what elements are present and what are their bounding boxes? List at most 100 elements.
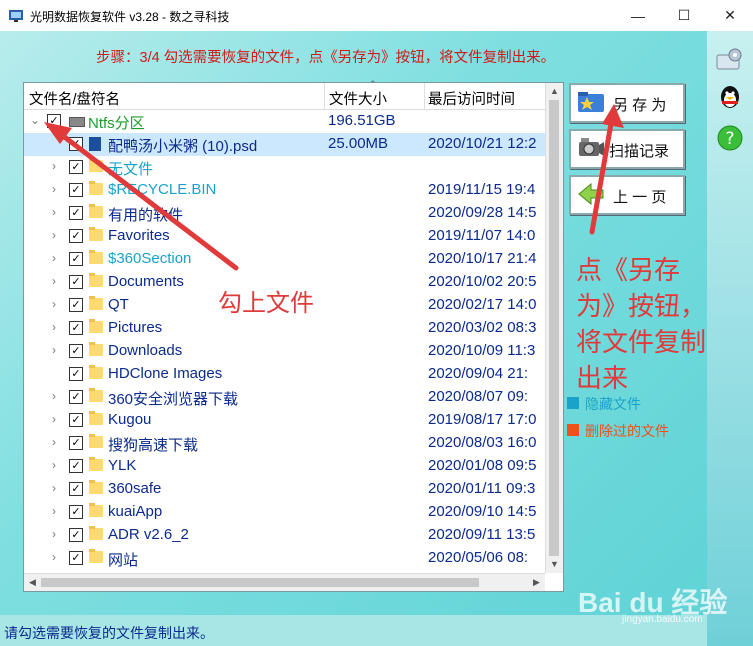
expand-chevron-icon[interactable]: › xyxy=(52,228,56,242)
column-header-name[interactable]: 文件名/盘符名 xyxy=(29,88,120,109)
row-checkbox[interactable]: ✓ xyxy=(69,505,83,519)
row-checkbox[interactable]: ✓ xyxy=(69,206,83,220)
row-checkbox[interactable]: ✓ xyxy=(69,436,83,450)
column-divider[interactable] xyxy=(324,83,325,109)
folder-icon xyxy=(89,204,103,218)
row-name: 有用的软件 xyxy=(108,207,184,224)
expand-chevron-icon[interactable]: › xyxy=(52,550,56,564)
folder-row[interactable]: ✓ HDClone Images 2020/09/04 21: xyxy=(24,363,545,386)
expand-chevron-icon[interactable]: › xyxy=(52,481,56,495)
row-checkbox[interactable]: ✓ xyxy=(69,298,83,312)
column-header-time[interactable]: 最后访问时间 xyxy=(428,88,515,109)
folder-row[interactable]: › ✓ 有用的软件 2020/09/28 14:5 xyxy=(24,202,545,225)
expand-chevron-icon[interactable]: › xyxy=(52,159,56,173)
expand-chevron-icon[interactable]: › xyxy=(52,343,56,357)
settings-gear-icon[interactable] xyxy=(715,45,745,75)
folder-icon xyxy=(89,319,103,333)
row-checkbox[interactable]: ✓ xyxy=(69,137,83,151)
previous-page-button[interactable]: 上 一 页 xyxy=(569,175,685,215)
row-checkbox[interactable]: ✓ xyxy=(69,528,83,542)
folder-row[interactable]: › ✓ 搜狗高速下载 2020/08/03 16:0 xyxy=(24,432,545,455)
row-name: 无文件 xyxy=(108,161,154,178)
row-checkbox[interactable]: ✓ xyxy=(69,413,83,427)
maximize-button[interactable]: ☐ xyxy=(661,0,707,31)
row-name: ADR v2.6_2 xyxy=(108,526,189,543)
expand-chevron-icon[interactable]: › xyxy=(52,320,56,334)
folder-row[interactable]: › ✓ ADR v2.6_2 2020/09/11 13:5 xyxy=(24,524,545,547)
scroll-right-arrow-icon[interactable]: ▶ xyxy=(528,574,545,591)
row-date: 2020/01/11 09:3 xyxy=(428,480,536,497)
folder-row[interactable]: › ✓ Pictures 2020/03/02 08:3 xyxy=(24,317,545,340)
scroll-up-arrow-icon[interactable]: ▲ xyxy=(546,83,563,100)
minimize-button[interactable]: — xyxy=(615,0,661,31)
folder-icon xyxy=(89,227,103,241)
folder-icon xyxy=(89,365,103,379)
row-date: 2019/11/15 19:4 xyxy=(428,181,536,198)
folder-row[interactable]: › ✓ YLK 2020/01/08 09:5 xyxy=(24,455,545,478)
legend-label-hidden: 隐藏文件 xyxy=(585,396,641,412)
row-name: QT xyxy=(108,296,129,313)
expand-chevron-icon[interactable]: › xyxy=(52,412,56,426)
scroll-left-arrow-icon[interactable]: ◀ xyxy=(24,574,41,591)
row-checkbox[interactable]: ✓ xyxy=(69,390,83,404)
folder-row[interactable]: › ✓ Favorites 2019/11/07 14:0 xyxy=(24,225,545,248)
row-checkbox[interactable]: ✓ xyxy=(69,160,83,174)
expand-chevron-icon[interactable]: › xyxy=(52,274,56,288)
row-checkbox[interactable]: ✓ xyxy=(69,321,83,335)
folder-row[interactable]: › ✓ $360Section 2020/10/17 21:4 xyxy=(24,248,545,271)
psd-file-icon xyxy=(89,137,101,151)
folder-icon xyxy=(89,457,103,471)
row-name: 360安全浏览器下载 xyxy=(108,391,239,408)
back-arrow-icon xyxy=(578,182,604,206)
row-checkbox[interactable]: ✓ xyxy=(69,183,83,197)
folder-row[interactable]: › ✓ kuaiApp 2020/09/10 14:5 xyxy=(24,501,545,524)
horizontal-scroll-thumb[interactable] xyxy=(41,578,479,587)
expand-chevron-icon[interactable]: › xyxy=(52,205,56,219)
expand-chevron-icon[interactable]: › xyxy=(52,435,56,449)
row-checkbox[interactable]: ✓ xyxy=(69,344,83,358)
expand-chevron-icon[interactable]: › xyxy=(52,251,56,265)
title-bar: 光明数据恢复软件 v3.28 - 数之寻科技 — ☐ ✕ xyxy=(0,0,753,31)
folder-row[interactable]: › ✓ 网站 2020/05/06 08: xyxy=(24,547,545,570)
save-as-label: 另 存 为 xyxy=(613,97,667,114)
folder-row[interactable]: › ✓ Kugou 2019/08/17 17:0 xyxy=(24,409,545,432)
row-checkbox[interactable]: ✓ xyxy=(69,252,83,266)
expand-chevron-icon[interactable]: › xyxy=(52,504,56,518)
file-row[interactable]: ✓ 配鸭汤小米粥 (10).psd 25.00MB 2020/10/21 12:2 xyxy=(24,133,545,156)
column-header-size[interactable]: 文件大小 xyxy=(329,88,387,109)
folder-icon xyxy=(89,250,103,264)
row-checkbox[interactable]: ✓ xyxy=(47,114,61,128)
folder-row[interactable]: › ✓ 无文件 xyxy=(24,156,545,179)
close-button[interactable]: ✕ xyxy=(707,0,753,31)
row-checkbox[interactable]: ✓ xyxy=(69,459,83,473)
expand-chevron-icon[interactable]: › xyxy=(52,389,56,403)
folder-row[interactable]: › ✓ $RECYCLE.BIN 2019/11/15 19:4 xyxy=(24,179,545,202)
save-as-button[interactable]: 另 存 为 xyxy=(569,83,685,123)
expand-chevron-icon[interactable]: › xyxy=(52,527,56,541)
collapse-chevron-icon[interactable]: ⌄ xyxy=(30,113,40,127)
drive-row[interactable]: ⌄ ✓ Ntfs分区 196.51GB xyxy=(24,110,545,133)
qq-penguin-icon[interactable] xyxy=(715,83,745,113)
horizontal-scrollbar[interactable]: ◀ ▶ xyxy=(24,573,545,591)
folder-icon xyxy=(89,158,103,172)
scroll-down-arrow-icon[interactable]: ▼ xyxy=(546,556,563,573)
row-checkbox[interactable]: ✓ xyxy=(69,229,83,243)
row-checkbox[interactable]: ✓ xyxy=(69,275,83,289)
folder-row[interactable]: › ✓ 360safe 2020/01/11 09:3 xyxy=(24,478,545,501)
right-toolbar: ? xyxy=(707,31,753,646)
file-tree: ⌄ ✓ Ntfs分区 196.51GB ✓ 配鸭汤小米粥 (10).psd 25.00MB 2… xyxy=(24,110,545,571)
vertical-scrollbar[interactable]: ▲ ▼ xyxy=(545,83,563,573)
row-checkbox[interactable]: ✓ xyxy=(69,367,83,381)
expand-chevron-icon[interactable]: › xyxy=(52,458,56,472)
folder-row[interactable]: › ✓ 360安全浏览器下载 2020/08/07 09: xyxy=(24,386,545,409)
expand-chevron-icon[interactable]: › xyxy=(52,182,56,196)
folder-row[interactable]: › ✓ Downloads 2020/10/09 11:3 xyxy=(24,340,545,363)
help-question-icon[interactable]: ? xyxy=(715,123,745,153)
app-icon xyxy=(9,10,23,22)
scan-record-button[interactable]: 扫描记录 xyxy=(569,129,685,169)
row-checkbox[interactable]: ✓ xyxy=(69,482,83,496)
vertical-scroll-thumb[interactable] xyxy=(549,100,559,556)
row-checkbox[interactable]: ✓ xyxy=(69,551,83,565)
column-divider[interactable] xyxy=(424,83,425,109)
expand-chevron-icon[interactable]: › xyxy=(52,297,56,311)
